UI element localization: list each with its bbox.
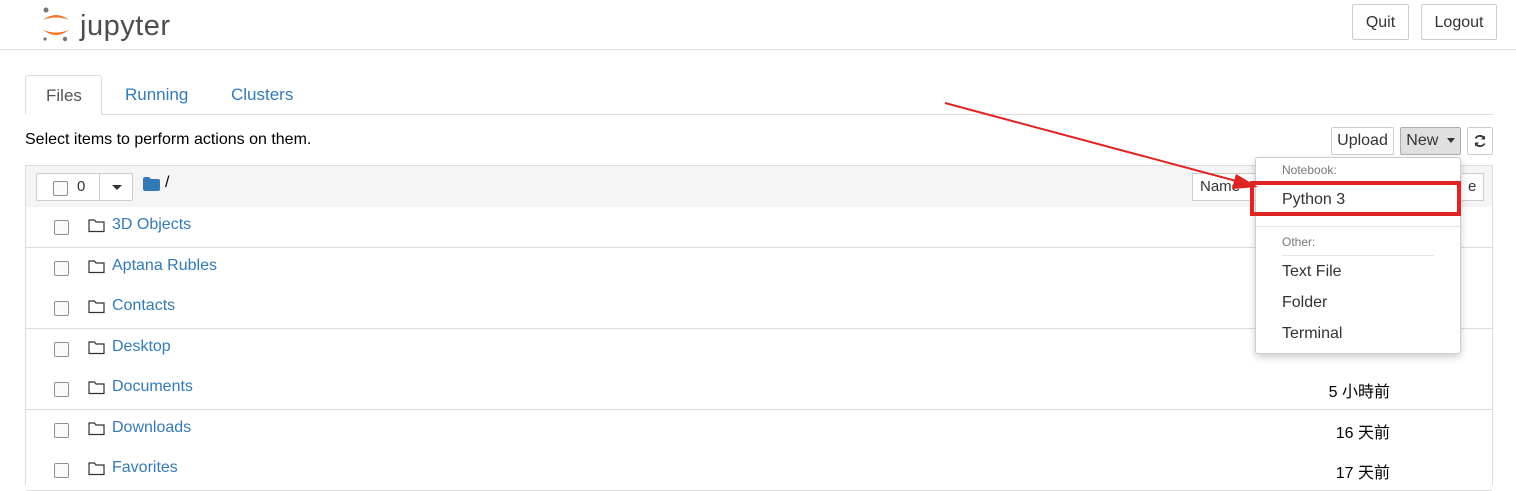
- folder-outline-icon: [88, 219, 105, 233]
- folder-outline-icon: [88, 300, 105, 314]
- list-item[interactable]: Favorites 17 天前: [26, 450, 1492, 491]
- divider: [99, 174, 100, 200]
- item-modified: 5 小時前: [1328, 384, 1390, 401]
- upload-button[interactable]: Upload: [1331, 127, 1394, 155]
- other-section-header: Other:: [1282, 235, 1316, 249]
- item-name-link[interactable]: 3D Objects: [112, 216, 191, 234]
- item-modified: 17 天前: [1335, 465, 1390, 482]
- menu-item-folder[interactable]: Folder: [1282, 294, 1327, 312]
- jupyter-logo-icon: [43, 7, 69, 42]
- item-name-link[interactable]: Aptana Rubles: [112, 257, 217, 275]
- sort-modified-label: e: [1468, 178, 1477, 195]
- main-tabs: Files Running Clusters: [25, 75, 1493, 115]
- item-name-link[interactable]: Desktop: [112, 338, 171, 356]
- item-checkbox[interactable]: [54, 342, 69, 357]
- menu-divider: [1282, 255, 1434, 256]
- notebook-section-header: Notebook:: [1282, 163, 1337, 177]
- select-all-checkbox[interactable]: [53, 181, 68, 196]
- sort-name-label: Name: [1200, 178, 1241, 195]
- quit-button[interactable]: Quit: [1352, 4, 1409, 40]
- tab-clusters[interactable]: Clusters: [211, 75, 313, 114]
- tab-files[interactable]: Files: [25, 75, 102, 115]
- item-checkbox[interactable]: [54, 301, 69, 316]
- folder-icon[interactable]: [143, 177, 160, 191]
- selection-hint: Select items to perform actions on them.: [25, 131, 312, 148]
- item-name-link[interactable]: Contacts: [112, 297, 175, 315]
- item-checkbox[interactable]: [54, 423, 69, 438]
- item-checkbox[interactable]: [54, 463, 69, 478]
- folder-outline-icon: [88, 422, 105, 436]
- select-all-control[interactable]: 0: [36, 173, 133, 201]
- logout-button[interactable]: Logout: [1421, 4, 1497, 40]
- item-modified: 16 天前: [1335, 425, 1390, 442]
- folder-outline-icon: [88, 381, 105, 395]
- refresh-icon: [1474, 135, 1486, 147]
- tab-running[interactable]: Running: [105, 75, 208, 114]
- selected-count: 0: [77, 178, 86, 195]
- menu-item-terminal[interactable]: Terminal: [1282, 325, 1342, 343]
- menu-divider: [1256, 226, 1460, 227]
- logo-text: jupyter: [80, 10, 171, 42]
- item-name-link[interactable]: Downloads: [112, 419, 191, 437]
- item-name-link[interactable]: Documents: [112, 378, 193, 396]
- menu-item-text-file[interactable]: Text File: [1282, 263, 1342, 281]
- item-checkbox[interactable]: [54, 220, 69, 235]
- annotation-highlight-box: [1250, 181, 1461, 216]
- item-checkbox[interactable]: [54, 382, 69, 397]
- breadcrumb[interactable]: /: [165, 174, 169, 192]
- new-button[interactable]: New: [1400, 127, 1461, 155]
- folder-outline-icon: [88, 260, 105, 274]
- refresh-button[interactable]: [1467, 127, 1493, 155]
- list-item[interactable]: Downloads 16 天前: [26, 410, 1492, 451]
- list-item[interactable]: Documents 5 小時前: [26, 369, 1492, 410]
- sort-by-modified-button[interactable]: e: [1462, 173, 1484, 201]
- top-header: jupyter Quit Logout: [0, 0, 1516, 50]
- caret-down-icon: [1446, 138, 1455, 144]
- item-checkbox[interactable]: [54, 261, 69, 276]
- folder-outline-icon: [88, 341, 105, 355]
- item-name-link[interactable]: Favorites: [112, 459, 178, 477]
- new-button-label: New: [1406, 132, 1439, 149]
- jupyter-logo[interactable]: jupyter: [40, 6, 190, 44]
- chevron-down-icon[interactable]: [112, 185, 122, 190]
